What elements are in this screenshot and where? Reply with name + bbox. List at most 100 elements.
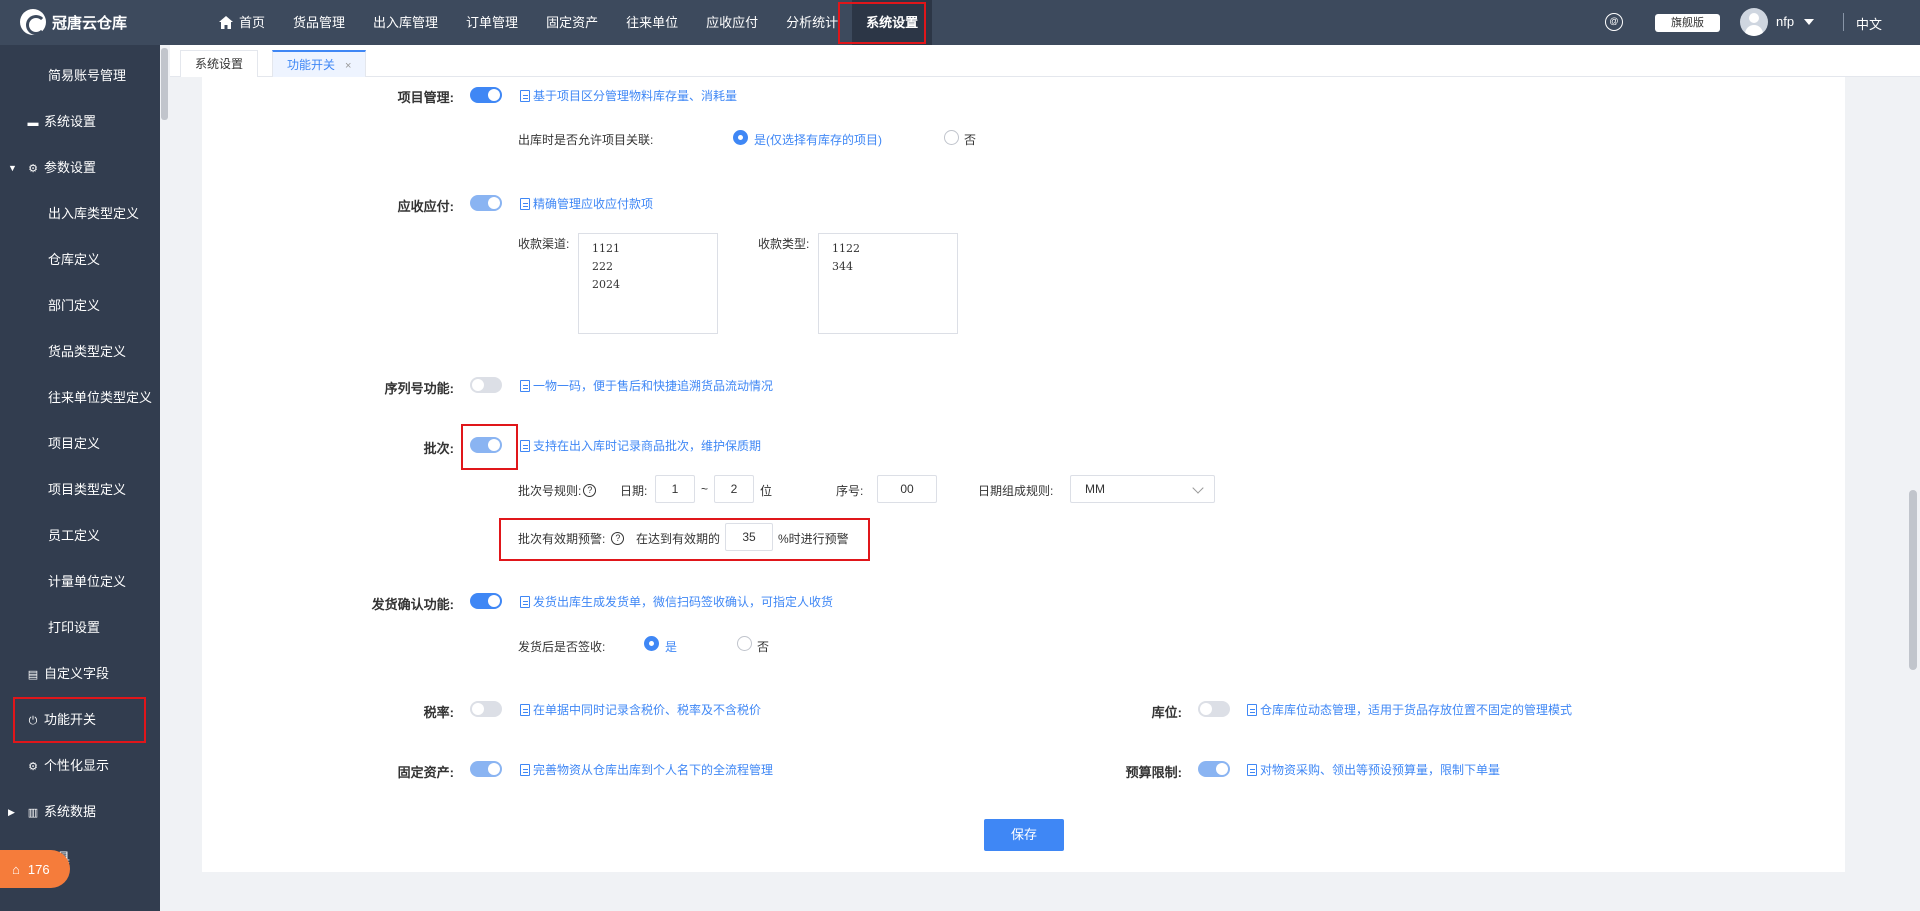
doc-icon	[520, 379, 530, 392]
close-icon[interactable]: ×	[345, 60, 351, 72]
list-item[interactable]: 2024	[592, 276, 704, 294]
doc-icon	[520, 703, 530, 716]
help-icon[interactable]: ?	[583, 484, 597, 497]
batch-date-from-input[interactable]: 1	[655, 475, 695, 503]
serial-toggle[interactable]	[470, 377, 502, 393]
page-scroll-thumb[interactable]	[1909, 490, 1917, 670]
chevron-down-icon[interactable]	[1804, 19, 1814, 25]
nav-orders[interactable]: 订单管理	[452, 0, 532, 45]
budget-desc: 对物资采购、领出等预设预算量，限制下单量	[1247, 761, 1500, 778]
save-button[interactable]: 保存	[984, 819, 1064, 851]
sidebar-item-project-type[interactable]: 项目类型定义	[0, 467, 160, 513]
power-icon: ⏻	[28, 715, 38, 727]
sidebar-scroll-thumb[interactable]	[161, 48, 168, 120]
project-radio-yes[interactable]	[733, 130, 748, 145]
gear-icon: ⚙	[28, 761, 38, 773]
batch-seq-input[interactable]: 00	[877, 475, 937, 503]
batch-rule-label: 批次号规则:?	[518, 482, 597, 499]
sidebar-item-inout-type[interactable]: 出入库类型定义	[0, 191, 160, 237]
receipt-type-list[interactable]: 1122 344	[818, 233, 958, 334]
list-item[interactable]: 222	[592, 258, 704, 276]
main-nav: 首页 货品管理 出入库管理 订单管理 固定资产 往来单位 应收应付 分析统计 系…	[205, 0, 933, 45]
caret-down-icon: ▼	[8, 163, 17, 173]
location-toggle[interactable]	[1198, 701, 1230, 717]
batch-expiry-input[interactable]: 35	[725, 523, 773, 551]
list-item[interactable]: 1121	[592, 240, 704, 258]
project-radio-yes-label[interactable]: 是(仅选择有库存的项目)	[754, 131, 882, 148]
project-label: 项目管理:	[397, 90, 454, 105]
app-logo[interactable]: 冠唐云仓库	[20, 9, 127, 35]
shipping-desc: 发货出库生成发货单，微信扫码签收确认，可指定人收货	[520, 593, 833, 610]
serial-desc: 一物一码，便于售后和快捷追溯货品流动情况	[520, 377, 773, 394]
batch-expiry-prefix: 在达到有效期的	[636, 532, 721, 546]
help-icon[interactable]: ?	[611, 532, 625, 545]
tax-toggle[interactable]	[470, 701, 502, 717]
sidebar: 简易账号管理 ▬ 系统设置 ▼ ⚙ 参数设置 出入库类型定义 仓库定义 部门定义 货品…	[0, 45, 160, 911]
sidebar-item-custom-fields[interactable]: ▤ 自定义字段	[0, 651, 160, 697]
asset-desc: 完善物资从仓库出库到个人名下的全流程管理	[520, 761, 773, 778]
nav-receivables[interactable]: 应收应付	[692, 0, 772, 45]
sidebar-item-employee[interactable]: 员工定义	[0, 513, 160, 559]
batch-date-to-input[interactable]: 2	[714, 475, 754, 503]
batch-combo-select[interactable]: MM	[1070, 475, 1215, 503]
list-item[interactable]: 344	[832, 258, 944, 276]
nav-home[interactable]: 首页	[205, 0, 279, 45]
doc-icon	[1247, 763, 1257, 776]
page-tabs: 系统设置 功能开关 ×	[170, 45, 1920, 77]
shipping-radio-yes[interactable]	[644, 636, 659, 651]
nav-fixed-assets[interactable]: 固定资产	[532, 0, 612, 45]
batch-toggle[interactable]	[470, 437, 502, 453]
sidebar-item-warehouse[interactable]: 仓库定义	[0, 237, 160, 283]
avatar[interactable]	[1740, 8, 1768, 36]
sidebar-item-print[interactable]: 打印设置	[0, 605, 160, 651]
sidebar-item-partner-type[interactable]: 往来单位类型定义	[0, 375, 160, 421]
sidebar-item-department[interactable]: 部门定义	[0, 283, 160, 329]
sidebar-item-unit[interactable]: 计量单位定义	[0, 559, 160, 605]
asset-label: 固定资产:	[397, 765, 454, 780]
home-icon	[219, 16, 233, 29]
list-item[interactable]: 1122	[832, 240, 944, 258]
nav-system-settings[interactable]: 系统设置	[852, 0, 933, 45]
shipping-toggle[interactable]	[470, 593, 502, 609]
sidebar-scrollbar[interactable]	[160, 45, 169, 911]
notification-float-button[interactable]: ⌂ 176	[0, 850, 70, 888]
receivable-desc: 精确管理应收应付款项	[520, 195, 653, 212]
sidebar-item-feature-switch[interactable]: ⏻ 功能开关	[0, 697, 160, 743]
monitor-icon: ▬	[27, 117, 39, 129]
asset-toggle[interactable]	[470, 761, 502, 777]
tab-feature-switch[interactable]: 功能开关 ×	[272, 50, 367, 77]
tab-system-settings[interactable]: 系统设置	[180, 50, 259, 77]
gear-icon: ⚙	[28, 163, 38, 175]
help-icon[interactable]: @	[1605, 13, 1623, 31]
project-toggle[interactable]	[470, 87, 502, 103]
shipping-radio-no[interactable]	[737, 636, 752, 651]
project-radio-no[interactable]	[944, 130, 959, 145]
nav-inout[interactable]: 出入库管理	[359, 0, 452, 45]
shipping-radio-yes-label[interactable]: 是	[665, 638, 677, 655]
sidebar-item-system-data[interactable]: ▶ ▥ 系统数据	[0, 789, 160, 835]
project-radio-no-label[interactable]: 否	[964, 131, 976, 148]
notification-count: 176	[27, 861, 50, 877]
language-switch[interactable]: 中文	[1856, 14, 1882, 33]
shipping-radio-no-label[interactable]: 否	[757, 638, 769, 655]
home-alert-icon: ⌂	[12, 861, 20, 877]
receipt-channel-list[interactable]: 1121 222 2024	[578, 233, 718, 334]
nav-partners[interactable]: 往来单位	[612, 0, 692, 45]
receivable-toggle[interactable]	[470, 195, 502, 211]
batch-desc: 支持在出入库时记录商品批次，维护保质期	[520, 437, 761, 454]
doc-icon	[1247, 703, 1257, 716]
nav-analytics[interactable]: 分析统计	[772, 0, 852, 45]
sidebar-item-project[interactable]: 项目定义	[0, 421, 160, 467]
sidebar-item-system-settings[interactable]: ▬ 系统设置	[0, 99, 160, 145]
sidebar-item-simple-account[interactable]: 简易账号管理	[0, 53, 160, 99]
sidebar-item-parameters[interactable]: ▼ ⚙ 参数设置	[0, 145, 160, 191]
tax-desc: 在单据中同时记录含税价、税率及不含税价	[520, 701, 761, 718]
budget-toggle[interactable]	[1198, 761, 1230, 777]
user-name[interactable]: nfp	[1776, 14, 1794, 29]
top-navbar: 冠唐云仓库 首页 货品管理 出入库管理 订单管理 固定资产 往来单位 应收应付 …	[0, 0, 1920, 45]
sidebar-item-personalize[interactable]: ⚙ 个性化显示	[0, 743, 160, 789]
budget-label: 预算限制:	[1125, 765, 1182, 780]
nav-goods[interactable]: 货品管理	[279, 0, 359, 45]
sidebar-item-goods-type[interactable]: 货品类型定义	[0, 329, 160, 375]
app-name: 冠唐云仓库	[52, 14, 128, 32]
